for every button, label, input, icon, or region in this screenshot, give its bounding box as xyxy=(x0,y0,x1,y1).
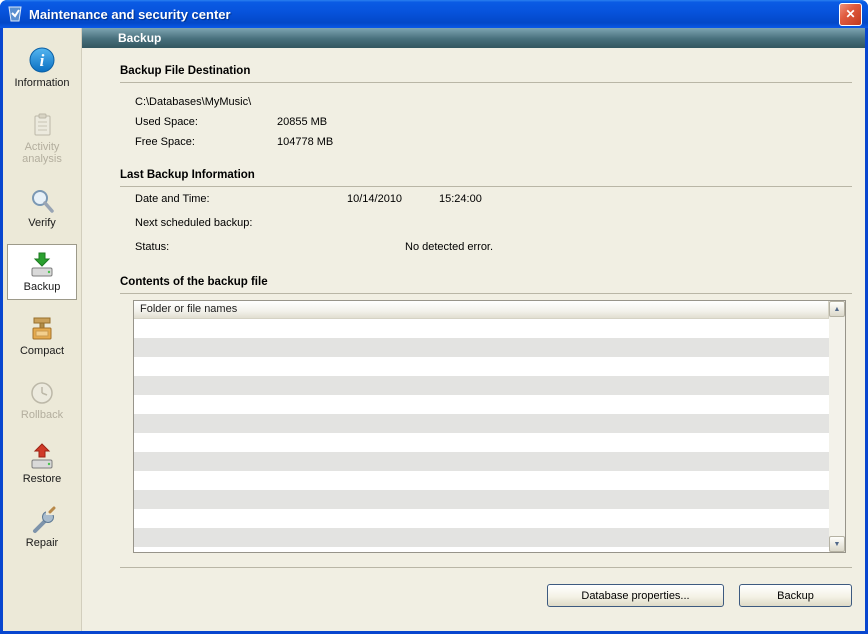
vertical-scrollbar[interactable]: ▲ ▼ xyxy=(829,301,845,552)
sidebar-item-restore[interactable]: Restore xyxy=(7,436,77,492)
time-value: 15:24:00 xyxy=(439,187,482,211)
maintenance-security-window: Maintenance and security center ✕ i Info… xyxy=(0,0,868,634)
status-label: Status: xyxy=(135,235,405,259)
sidebar-item-label: Repair xyxy=(26,537,58,549)
table-row xyxy=(134,528,829,547)
repair-icon xyxy=(27,506,57,536)
sidebar-item-rollback: Rollback xyxy=(7,372,77,428)
section-title-contents: Contents of the backup file xyxy=(120,276,852,288)
table-row xyxy=(134,319,829,338)
sidebar-item-label: Verify xyxy=(28,217,56,229)
activity-analysis-icon xyxy=(27,110,57,140)
sidebar-item-label: Activity analysis xyxy=(8,141,76,165)
titlebar[interactable]: Maintenance and security center ✕ xyxy=(0,0,868,28)
information-icon: i xyxy=(27,46,57,76)
date-value: 10/14/2010 xyxy=(347,187,439,211)
table-row xyxy=(134,452,829,471)
close-button[interactable]: ✕ xyxy=(839,3,862,26)
status-value: No detected error. xyxy=(405,235,493,259)
used-space-label: Used Space: xyxy=(135,112,277,132)
scroll-up-icon[interactable]: ▲ xyxy=(829,301,845,317)
verify-icon xyxy=(27,186,57,216)
table-row xyxy=(134,471,829,490)
restore-icon xyxy=(27,442,57,472)
sidebar-item-label: Information xyxy=(14,77,69,89)
window-title: Maintenance and security center xyxy=(29,7,839,22)
sidebar-item-repair[interactable]: Repair xyxy=(7,500,77,556)
table-row xyxy=(134,414,829,433)
free-space-value: 104778 MB xyxy=(277,132,333,152)
datetime-label: Date and Time: xyxy=(135,187,347,211)
sidebar: i Information Activity analysis xyxy=(3,28,82,631)
backup-path: C:\Databases\MyMusic\ xyxy=(135,92,852,112)
table-row xyxy=(134,376,829,395)
backup-icon xyxy=(27,250,57,280)
footer-buttons: Database properties... Backup xyxy=(120,584,852,607)
section-title-last-backup: Last Backup Information xyxy=(120,169,852,181)
sidebar-item-label: Restore xyxy=(23,473,62,485)
free-space-label: Free Space: xyxy=(135,132,277,152)
rollback-icon xyxy=(27,378,57,408)
sidebar-item-information[interactable]: i Information xyxy=(7,40,77,96)
sidebar-item-label: Backup xyxy=(24,281,61,293)
backup-page-content: Backup File Destination C:\Databases\MyM… xyxy=(82,48,865,631)
backup-button[interactable]: Backup xyxy=(739,584,852,607)
table-row xyxy=(134,433,829,452)
used-space-value: 20855 MB xyxy=(277,112,327,132)
compact-icon xyxy=(27,314,57,344)
backup-contents-list[interactable]: Folder or file names ▲ ▼ xyxy=(133,300,846,553)
database-properties-button[interactable]: Database properties... xyxy=(547,584,724,607)
table-row xyxy=(134,509,829,528)
sidebar-item-label: Compact xyxy=(20,345,64,357)
column-header-folder-file-names: Folder or file names xyxy=(134,301,829,319)
scroll-down-icon[interactable]: ▼ xyxy=(829,536,845,552)
section-title-destination: Backup File Destination xyxy=(120,65,852,77)
app-icon xyxy=(6,5,24,23)
sidebar-item-activity-analysis: Activity analysis xyxy=(7,104,77,172)
sidebar-item-label: Rollback xyxy=(21,409,63,421)
main-panel: Backup Backup File Destination C:\Databa… xyxy=(82,28,865,631)
table-row xyxy=(134,490,829,509)
next-backup-label: Next scheduled backup: xyxy=(135,211,347,235)
section-divider xyxy=(120,82,852,83)
sidebar-item-backup[interactable]: Backup xyxy=(7,244,77,300)
table-row xyxy=(134,357,829,376)
table-rows xyxy=(134,319,829,552)
sidebar-item-verify[interactable]: Verify xyxy=(7,180,77,236)
page-title: Backup xyxy=(82,28,865,48)
sidebar-item-compact[interactable]: Compact xyxy=(7,308,77,364)
table-row xyxy=(134,338,829,357)
svg-text:i: i xyxy=(40,51,45,70)
section-divider xyxy=(120,293,852,294)
footer-divider xyxy=(120,567,852,568)
window-body: i Information Activity analysis xyxy=(3,28,865,631)
table-row xyxy=(134,395,829,414)
